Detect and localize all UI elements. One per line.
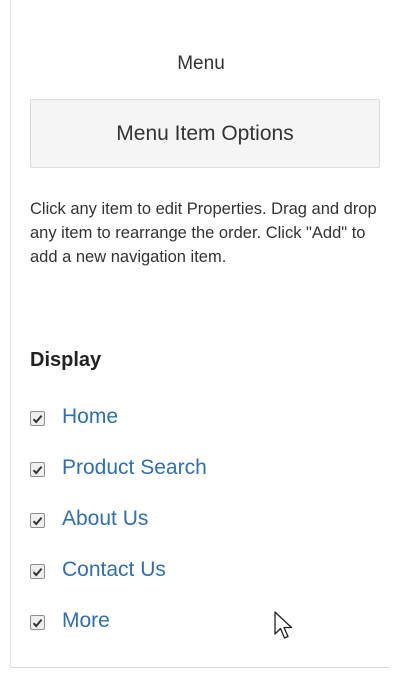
menu-item-more[interactable]: More — [30, 602, 207, 653]
menu-item-label[interactable]: Home — [62, 398, 118, 436]
menu-item-label[interactable]: Product Search — [62, 449, 207, 487]
product-search-checkbox[interactable] — [30, 462, 45, 477]
menu-item-label[interactable]: About Us — [62, 500, 148, 538]
menu-item-contact-us[interactable]: Contact Us — [30, 551, 207, 602]
checkmark-icon — [32, 618, 43, 627]
more-checkbox[interactable] — [30, 615, 45, 630]
mouse-pointer-icon — [274, 611, 293, 639]
checkmark-icon — [32, 414, 43, 423]
menu-panel: Menu Menu Item Options Click any item to… — [10, 0, 390, 668]
menu-items-list: Home Product Search About Us Contact Us … — [30, 398, 207, 653]
checkmark-icon — [32, 465, 43, 474]
panel-title: Menu — [177, 53, 225, 74]
display-heading: Display — [30, 349, 102, 371]
help-text: Click any item to edit Properties. Drag … — [30, 200, 377, 266]
menu-item-about-us[interactable]: About Us — [30, 500, 207, 551]
contact-us-checkbox[interactable] — [30, 564, 45, 579]
home-checkbox[interactable] — [30, 411, 45, 426]
menu-item-label[interactable]: More — [62, 602, 110, 640]
menu-item-product-search[interactable]: Product Search — [30, 449, 207, 500]
menu-item-label[interactable]: Contact Us — [62, 551, 166, 589]
about-us-checkbox[interactable] — [30, 513, 45, 528]
menu-item-options-button[interactable]: Menu Item Options — [30, 99, 380, 168]
checkmark-icon — [32, 516, 43, 525]
checkmark-icon — [32, 567, 43, 576]
menu-item-home[interactable]: Home — [30, 398, 207, 449]
